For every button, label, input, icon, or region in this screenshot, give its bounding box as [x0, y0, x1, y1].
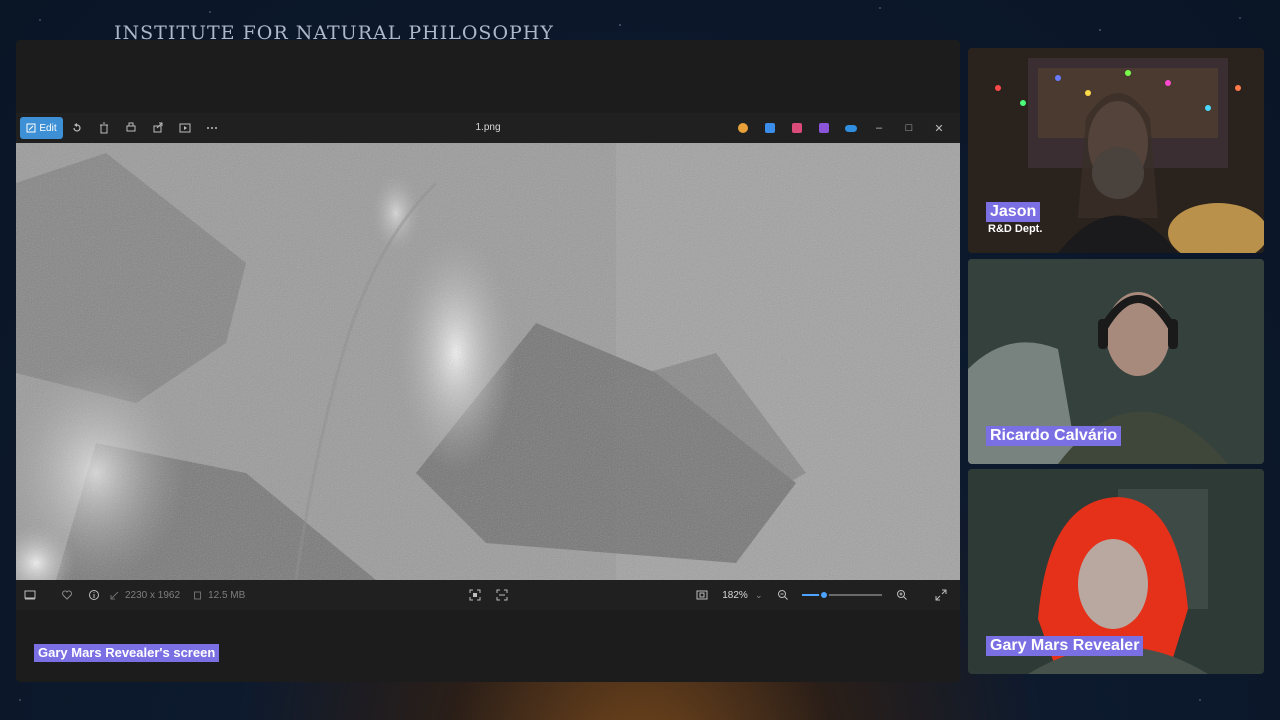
- info-icon[interactable]: [80, 584, 107, 606]
- participant-tile-jason[interactable]: Jason R&D Dept.: [968, 48, 1264, 253]
- zoom-out-icon[interactable]: [769, 584, 796, 606]
- zoom-in-icon[interactable]: [888, 584, 915, 606]
- favorite-icon[interactable]: [53, 584, 80, 606]
- participant-name: Jason: [986, 202, 1041, 222]
- rotate-icon[interactable]: [63, 117, 90, 139]
- delete-icon[interactable]: [90, 117, 117, 139]
- fit-icon[interactable]: [461, 584, 488, 606]
- maximize-icon[interactable]: □: [894, 117, 924, 139]
- clipchamp-icon[interactable]: [783, 117, 810, 139]
- mars-surface-image[interactable]: [16, 143, 960, 580]
- filmstrip-icon[interactable]: [16, 584, 43, 606]
- chevron-down-icon[interactable]: ⌄: [755, 590, 769, 601]
- print-icon[interactable]: [117, 117, 144, 139]
- minimize-icon[interactable]: –: [864, 117, 894, 139]
- zoom-level[interactable]: 182%: [715, 590, 755, 601]
- surface-image-render: [16, 143, 960, 580]
- more-icon[interactable]: [198, 117, 225, 139]
- participant-tile-gary[interactable]: Gary Mars Revealer: [968, 469, 1264, 674]
- fullscreen-icon[interactable]: [927, 584, 954, 606]
- participant-role: R&D Dept.: [988, 223, 1043, 235]
- actual-size-icon[interactable]: [688, 584, 715, 606]
- participant-name: Ricardo Calvário: [986, 426, 1122, 446]
- zoom-controls: 182% ⌄: [688, 584, 954, 606]
- file-size-icon: [190, 584, 204, 606]
- participant-tile-ricardo[interactable]: Ricardo Calvário: [968, 259, 1264, 464]
- photo-viewer-toolbar: Edit 1.png – □ ✕: [16, 113, 960, 143]
- screen-share-label: Gary Mars Revealer's screen: [34, 644, 220, 662]
- participant-name: Gary Mars Revealer: [986, 636, 1144, 656]
- designer-icon[interactable]: [756, 117, 783, 139]
- edit-button[interactable]: Edit: [20, 117, 63, 139]
- photo-viewer-statusbar: 2230 x 1962 12.5 MB 182% ⌄: [16, 580, 960, 610]
- zoom-slider-thumb[interactable]: [819, 590, 830, 600]
- edit-icon: [26, 123, 36, 133]
- share-icon[interactable]: [144, 117, 171, 139]
- onenote-icon[interactable]: [810, 117, 837, 139]
- share-top-area: [16, 40, 960, 113]
- scan-icon[interactable]: [488, 584, 515, 606]
- onedrive-icon[interactable]: [837, 117, 864, 139]
- dimensions-icon: [107, 584, 121, 606]
- zoom-slider[interactable]: [802, 590, 882, 600]
- copilot-icon[interactable]: [729, 117, 756, 139]
- edit-label: Edit: [39, 122, 57, 134]
- screen-share-panel: Edit 1.png – □ ✕ 2230 x 1962 12.5 MB 182…: [16, 40, 960, 682]
- close-icon[interactable]: ✕: [924, 117, 954, 139]
- file-size: 12.5 MB: [208, 589, 246, 601]
- slideshow-icon[interactable]: [171, 117, 198, 139]
- image-dimensions: 2230 x 1962: [125, 589, 181, 601]
